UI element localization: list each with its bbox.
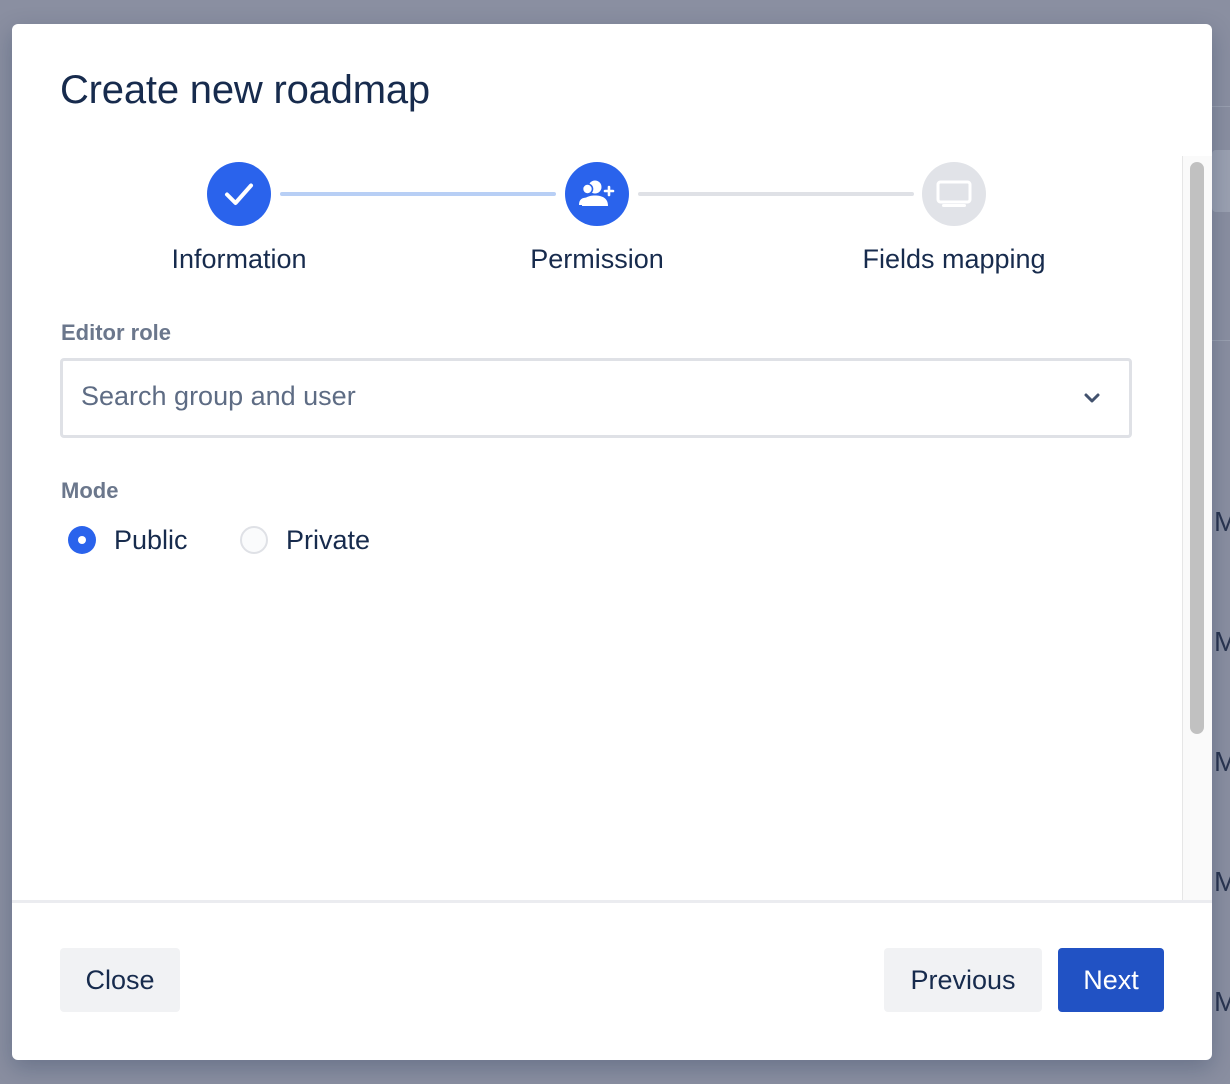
mode-radio-private[interactable]: Private [240,520,370,560]
scrollbar[interactable] [1182,156,1212,900]
background-text: M [1214,986,1230,1017]
checkmark-icon [207,162,271,226]
background-text: M [1214,626,1230,657]
scrollbar-thumb[interactable] [1190,162,1204,734]
radio-label: Public [114,524,188,555]
close-button[interactable]: Close [60,948,180,1012]
editor-role-select[interactable]: Search group and user [60,358,1132,438]
wizard-stepper: Information Permission Fields mapping [12,160,1182,300]
background-text: M [1214,866,1230,897]
chevron-down-icon [1084,393,1100,403]
step-connector-completed [280,192,556,196]
background-divider [1212,340,1230,341]
background-panel [1212,150,1230,212]
background-divider [1212,106,1230,107]
footer-divider [12,900,1212,903]
editor-role-label: Editor role [61,320,172,345]
radio-checked-icon [68,526,96,554]
dialog-title: Create new roadmap [60,68,430,112]
next-button[interactable]: Next [1058,948,1164,1012]
previous-button[interactable]: Previous [884,948,1042,1012]
step-label: Information [171,244,307,274]
mode-label: Mode [61,478,119,503]
mode-radio-group: Public Private [68,520,468,560]
background-text: M [1214,506,1230,537]
monitor-icon [922,162,986,226]
background-text: M [1214,746,1230,777]
step-label: Permission [530,244,664,274]
editor-role-placeholder: Search group and user [81,381,356,411]
radio-unchecked-icon [240,526,268,554]
create-roadmap-dialog: Create new roadmap Information Permissio… [12,24,1212,1060]
mode-radio-public[interactable]: Public [68,520,188,560]
user-add-icon [565,162,629,226]
radio-label: Private [286,524,371,555]
step-connector-pending [638,192,914,196]
step-label: Fields mapping [862,244,1046,274]
